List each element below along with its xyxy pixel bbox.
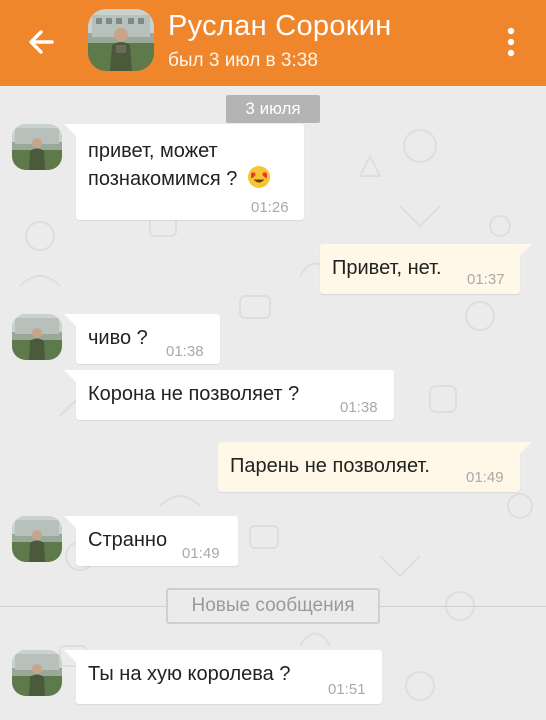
message-time: 01:49: [466, 469, 504, 486]
chat-header: Руслан Сорокин был 3 июл в 3:38: [0, 0, 546, 86]
message-time: 01:38: [340, 399, 378, 416]
message-text: Странно: [88, 529, 168, 551]
message-bubble-incoming[interactable]: Корона не позволяет ? 01:38: [64, 370, 394, 420]
sender-avatar[interactable]: [12, 124, 62, 170]
message-list[interactable]: 3 июля привет, может познакомимся ? 01:2…: [0, 86, 546, 720]
contact-avatar[interactable]: [88, 9, 154, 71]
message-text: привет, может: [88, 138, 218, 165]
overflow-menu-button[interactable]: [498, 22, 524, 62]
smiling-face-with-heart-eyes-icon: [247, 166, 270, 188]
message-time: 01:38: [166, 343, 204, 360]
message-text: Привет, нет.: [332, 257, 442, 279]
message-text: Парень не позволяет.: [230, 455, 430, 477]
vertical-dots-icon: [507, 27, 515, 57]
last-seen-status: был 3 июл в 3:38: [168, 50, 318, 71]
arrow-left-icon: [29, 30, 54, 54]
message-bubble-outgoing[interactable]: Парень не позволяет. 01:49: [218, 442, 532, 492]
message-text: Ты на хую королева ?: [88, 663, 291, 685]
sender-avatar[interactable]: [12, 314, 62, 360]
message-text-line: познакомимся ?: [88, 168, 238, 190]
message-time: 01:26: [251, 199, 289, 216]
new-messages-label: Новые сообщения: [166, 588, 380, 624]
sender-avatar[interactable]: [12, 516, 62, 562]
message-text: Корона не позволяет ?: [88, 383, 300, 405]
message-time: 01:37: [467, 271, 505, 288]
back-button[interactable]: [22, 22, 62, 62]
message-bubble-incoming[interactable]: Странно 01:49: [64, 516, 238, 566]
sender-avatar[interactable]: [12, 650, 62, 696]
message-time: 01:49: [182, 545, 220, 562]
message-bubble-incoming[interactable]: Ты на хую королева ? 01:51: [64, 650, 382, 704]
message-time: 01:51: [328, 681, 366, 698]
message-bubble-incoming[interactable]: чиво ? 01:38: [64, 314, 220, 364]
message-bubble-incoming[interactable]: привет, может познакомимся ? 01:26: [64, 124, 304, 220]
message-bubble-outgoing[interactable]: Привет, нет. 01:37: [320, 244, 532, 294]
date-separator: 3 июля: [226, 95, 320, 123]
message-text-row: познакомимся ?: [88, 165, 271, 193]
message-text-line: привет, может: [88, 140, 218, 162]
contact-name[interactable]: Руслан Сорокин: [168, 10, 392, 43]
message-text: чиво ?: [88, 327, 148, 349]
